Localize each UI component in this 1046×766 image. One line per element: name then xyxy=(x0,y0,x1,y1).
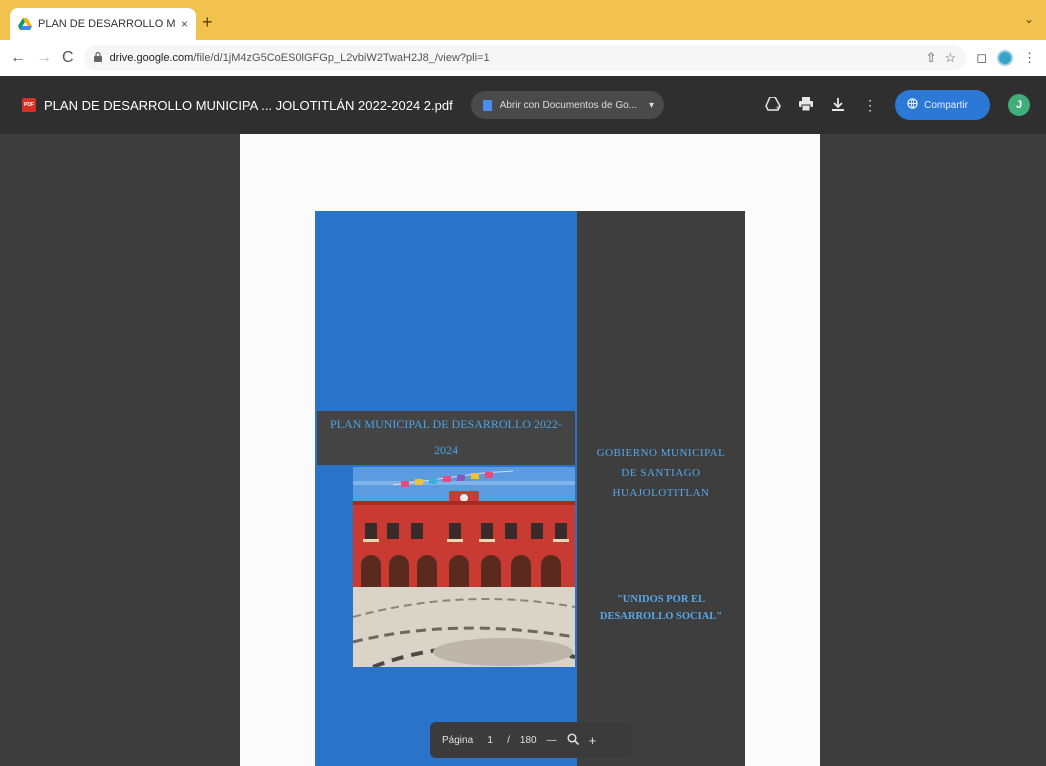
download-icon[interactable] xyxy=(831,97,845,114)
page-label: Página xyxy=(442,734,474,746)
tab-title: PLAN DE DESARROLLO MUN xyxy=(38,18,175,30)
plan-title-banner: PLAN MUNICIPAL DE DESARROLLO 2022- 2024 xyxy=(317,411,575,465)
share-button[interactable]: Compartir xyxy=(895,90,990,120)
browser-tab[interactable]: PLAN DE DESARROLLO MUN × xyxy=(10,8,196,40)
share-globe-icon xyxy=(907,98,918,112)
zoom-out-button[interactable]: — xyxy=(547,735,557,746)
share-page-icon[interactable]: ⇧ xyxy=(926,50,937,66)
share-label: Compartir xyxy=(924,99,968,111)
google-drive-icon xyxy=(18,18,32,30)
reload-icon[interactable]: C xyxy=(62,49,74,67)
page-total: 180 xyxy=(519,734,537,746)
profile-avatar-icon[interactable] xyxy=(997,50,1013,66)
browser-toolbar: ← → C drive.google.com/file/d/1jM4zG5CoE… xyxy=(0,40,1046,76)
pdf-file-icon: PDF xyxy=(22,98,36,112)
zoom-in-button[interactable]: + xyxy=(589,733,597,748)
cover-right-panel: GOBIERNO MUNICIPAL DE SANTIAGO HUAJOLOTI… xyxy=(577,211,745,766)
lock-icon xyxy=(93,51,102,65)
forward-arrow-icon[interactable]: → xyxy=(36,49,52,67)
back-arrow-icon[interactable]: ← xyxy=(10,49,26,67)
print-icon[interactable] xyxy=(799,96,814,114)
address-bar[interactable]: drive.google.com/file/d/1jM4zG5CoES0lGFG… xyxy=(83,45,967,71)
gov-line2: DE SANTIAGO xyxy=(621,467,701,479)
gov-line1: GOBIERNO MUNICIPAL xyxy=(596,447,726,459)
cover-artwork: PLAN MUNICIPAL DE DESARROLLO 2022- 2024 xyxy=(315,211,745,766)
tab-search-icon[interactable]: ⌄ xyxy=(1024,12,1034,26)
slogan: "UNIDOS POR EL DESARROLLO SOCIAL" xyxy=(581,591,741,625)
page-navigator: Página 1 / 180 — + xyxy=(430,722,632,758)
pdf-page: PLAN MUNICIPAL DE DESARROLLO 2022- 2024 xyxy=(240,134,820,766)
gov-line3: HUAJOLOTITLAN xyxy=(612,487,710,499)
slogan-line1: "UNIDOS POR EL xyxy=(616,594,706,605)
side-panel-icon[interactable]: ◻ xyxy=(976,50,987,66)
more-actions-icon[interactable]: ⋮ xyxy=(863,97,877,114)
svg-text:+: + xyxy=(775,104,781,111)
google-docs-icon xyxy=(482,99,492,111)
bookmark-star-icon[interactable]: ☆ xyxy=(945,50,957,66)
open-with-button[interactable]: Abrir con Documentos de Go... ▾ xyxy=(470,91,665,119)
tab-close-icon[interactable]: × xyxy=(181,17,188,31)
add-shortcut-icon[interactable]: + xyxy=(765,95,781,114)
slogan-line2: DESARROLLO SOCIAL" xyxy=(599,611,723,622)
url-host: drive.google.com xyxy=(109,52,194,64)
page-number-input[interactable]: 1 xyxy=(483,735,497,746)
open-with-label: Abrir con Documentos de Go... xyxy=(499,99,637,111)
browser-menu-icon[interactable]: ⋮ xyxy=(1023,50,1036,66)
plan-title-line1: PLAN MUNICIPAL DE DESARROLLO 2022- xyxy=(330,417,562,431)
zoom-icon xyxy=(567,732,579,748)
town-hall-photo xyxy=(353,467,575,667)
drive-viewer-header: PDF PLAN DE DESARROLLO MUNICIPA ... JOLO… xyxy=(0,76,1046,134)
url-path: /file/d/1jM4zG5CoES0lGFGp_L2vbiW2TwaH2J8… xyxy=(193,52,490,64)
cover-left-panel: PLAN MUNICIPAL DE DESARROLLO 2022- 2024 xyxy=(315,211,577,766)
document-title: PLAN DE DESARROLLO MUNICIPA ... JOLOTITL… xyxy=(44,97,453,113)
new-tab-button[interactable]: + xyxy=(202,12,213,33)
caret-down-icon: ▾ xyxy=(649,99,655,111)
plan-title-line2: 2024 xyxy=(434,443,458,457)
pdf-viewer-area[interactable]: PLAN MUNICIPAL DE DESARROLLO 2022- 2024 xyxy=(0,134,1046,766)
browser-tab-strip: PLAN DE DESARROLLO MUN × + ⌄ xyxy=(0,0,1046,40)
account-avatar[interactable]: J xyxy=(1008,94,1030,116)
government-title: GOBIERNO MUNICIPAL DE SANTIAGO HUAJOLOTI… xyxy=(581,443,741,503)
page-separator: / xyxy=(507,734,510,746)
